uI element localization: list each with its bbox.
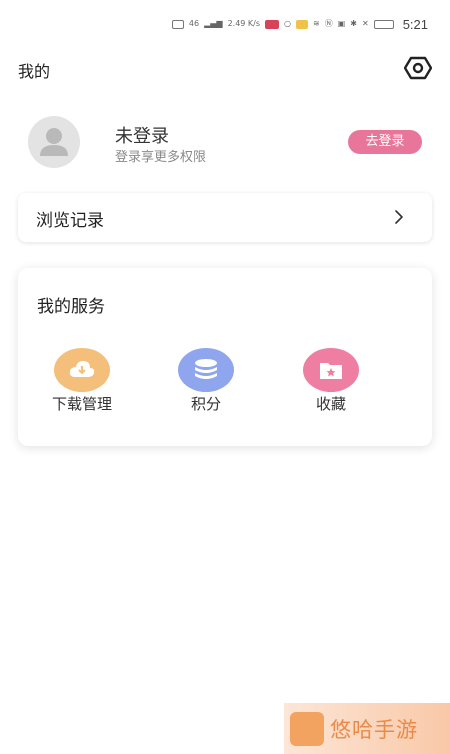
circle-icon: ○	[284, 19, 292, 28]
username: 未登录	[115, 126, 169, 147]
services-card: 我的服务 下载管理 积分 收藏	[18, 268, 432, 446]
app-notification-icon	[265, 19, 280, 29]
page-title: 我的	[18, 62, 51, 81]
vibrate-icon: ▣	[337, 19, 346, 28]
favorites-button[interactable]: 收藏	[291, 348, 371, 414]
watermark: 悠哈手游	[284, 703, 450, 754]
login-hint: 登录享更多权限	[115, 150, 207, 165]
network-type-label: 46	[188, 19, 200, 28]
status-bar: 46 ▂▄▆ 2.49 K/s ○ ≋ Ⓝ ▣ ✱ ✕ 5:21	[158, 14, 428, 34]
signal-icon: ▂▄▆	[204, 19, 223, 28]
points-button[interactable]: 积分	[166, 348, 246, 414]
chevron-right-icon	[395, 210, 403, 224]
download-manager-button[interactable]: 下载管理	[42, 348, 122, 414]
watermark-text: 悠哈手游	[330, 717, 418, 742]
coin-stack-icon	[178, 348, 234, 392]
wifi-icon: ≋	[313, 19, 320, 28]
star-folder-icon	[303, 348, 359, 392]
battery-icon	[373, 19, 394, 29]
hd-icon	[171, 19, 184, 29]
cloud-download-icon	[54, 348, 110, 392]
user-silhouette-icon	[40, 128, 68, 156]
login-button[interactable]: 去登录	[348, 130, 422, 154]
browse-history-label: 浏览记录	[36, 211, 104, 231]
clock: 5:21	[402, 16, 428, 32]
mute-icon: ✕	[361, 19, 369, 28]
favorites-label: 收藏	[315, 395, 346, 413]
notification-icon	[296, 19, 309, 29]
browse-history-row[interactable]: 浏览记录	[18, 193, 432, 242]
bluetooth-icon: ✱	[350, 19, 357, 28]
points-label: 积分	[190, 395, 221, 413]
nfc-icon: Ⓝ	[324, 19, 333, 28]
settings-icon[interactable]	[404, 54, 432, 82]
watermark-logo	[290, 711, 324, 746]
avatar[interactable]	[28, 116, 80, 168]
download-manager-label: 下载管理	[51, 395, 112, 413]
services-title: 我的服务	[37, 297, 105, 317]
speed-label: 2.49 K/s	[227, 19, 261, 28]
